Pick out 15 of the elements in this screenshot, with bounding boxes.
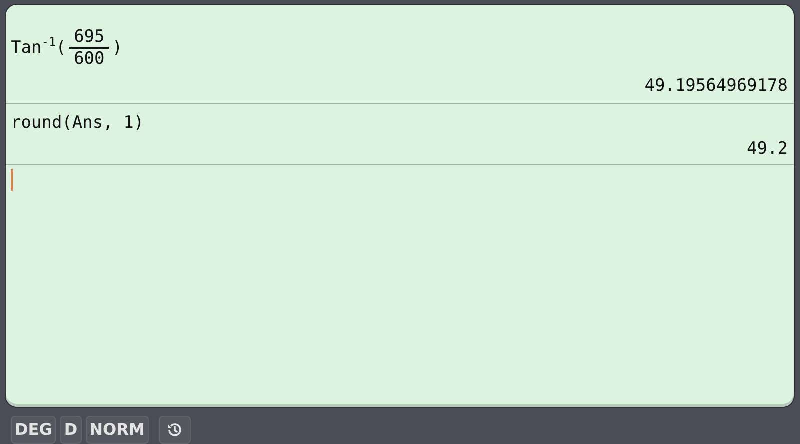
numerator: 695: [74, 27, 105, 47]
mode-indicator: DEG: [11, 416, 56, 444]
history-icon: [166, 421, 184, 439]
denominator: 600: [74, 49, 105, 69]
mode-indicator: D: [60, 416, 82, 444]
text-cursor: [11, 169, 13, 191]
history-button[interactable]: [158, 416, 191, 444]
mode-indicator: NORM: [86, 416, 149, 444]
expression-text: ): [112, 38, 123, 58]
expression-text: (: [56, 38, 66, 58]
result-value: 49.19564969178: [644, 76, 788, 96]
superscript: -1: [42, 35, 56, 49]
expression-text: Tan: [11, 38, 42, 58]
expression-text: round(Ans, 1): [11, 113, 144, 133]
result-value: 49.2: [747, 139, 788, 159]
